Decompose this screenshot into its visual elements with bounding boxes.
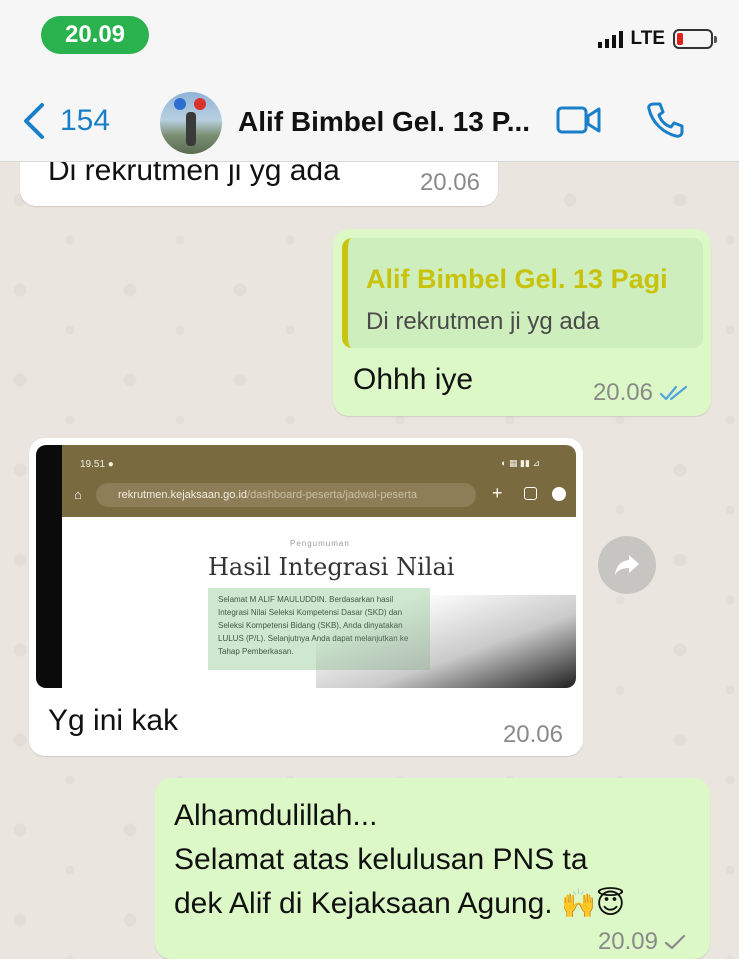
signal-icon [597,30,623,48]
message-text: Yg ini kak [48,704,179,737]
status-indicators: LTE [597,28,717,50]
phone-call-icon[interactable] [645,100,685,140]
forward-button[interactable] [598,536,656,594]
unread-count: 154 [60,104,111,137]
chat-title[interactable]: Alif Bimbel Gel. 13 P... [238,106,530,138]
quoted-author: Alif Bimbel Gel. 13 Pagi [366,264,668,294]
network-label: LTE [630,28,665,49]
message-time: 20.09 [598,928,686,956]
message-time: 20.06 [502,721,563,748]
message-time: 20.06 [419,169,480,196]
quoted-text: Di rekrutmen ji yg ada [366,308,600,335]
screenshot-label: Pengumuman [290,539,350,548]
halo-smile-emoji: 😇 [595,888,626,919]
status-time[interactable]: 20.09 [41,16,149,54]
home-icon: ⌂ [74,487,82,502]
back-button[interactable]: 154 [20,102,110,140]
screenshot-heading: Hasil Integrasi Nilai [208,553,455,581]
message-time: 20.06 [593,379,689,407]
battery-icon [673,29,717,49]
avatar[interactable] [160,92,222,154]
back-chevron-icon [24,103,44,139]
message-bubble-outgoing[interactable]: Alif Bimbel Gel. 13 Pagi Di rekrutmen ji… [333,229,711,416]
forward-icon [615,555,639,575]
sent-tick-icon [664,934,686,950]
message-text: Ohhh iye [353,363,474,396]
quoted-message[interactable]: Alif Bimbel Gel. 13 Pagi Di rekrutmen ji… [342,238,703,348]
screenshot-url-bar: rekrutmen.kejaksaan.go.id/dashboard-pese… [96,483,476,507]
tabs-icon [524,487,537,500]
attached-screenshot[interactable]: 19.51 ● ◐ ▦ ▮▮ ⊿ ⌂ rekrutmen.kejaksaan.g… [36,445,576,688]
raised-hands-emoji: 🙌 [560,888,596,919]
message-bubble-incoming-image[interactable]: 19.51 ● ◐ ▦ ▮▮ ⊿ ⌂ rekrutmen.kejaksaan.g… [29,438,583,756]
top-bar: 20.09 LTE 154 Alif Bimbel Gel. 13 P... [0,0,739,162]
screenshot-status-icons: ◐ ▦ ▮▮ ⊿ [501,458,540,468]
menu-icon [552,487,566,501]
video-call-icon[interactable] [556,104,602,136]
message-bubble-outgoing[interactable]: Alhamdulillah... Selamat atas kelulusan … [155,778,710,959]
new-tab-icon: + [492,483,503,503]
read-ticks-icon [659,385,688,401]
message-text: Alhamdulillah... Selamat atas kelulusan … [174,799,626,920]
screenshot-phone-time: 19.51 ● [80,459,114,470]
